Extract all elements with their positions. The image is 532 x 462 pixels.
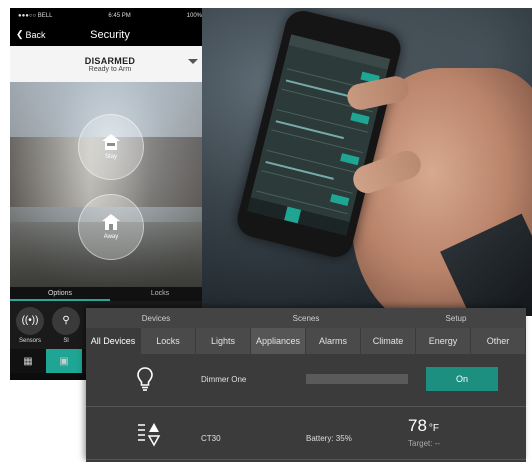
second-action[interactable]: ⚲ Sl <box>52 306 80 344</box>
tab-appliances[interactable]: Appliances <box>251 328 306 354</box>
temperature-value: 78 <box>408 416 427 435</box>
page-title: Security <box>90 29 130 41</box>
image-tab-icon[interactable]: ▣ <box>46 349 82 373</box>
chevron-down-icon[interactable] <box>188 59 198 64</box>
tab-lights[interactable]: Lights <box>196 328 251 354</box>
tab-climate[interactable]: Climate <box>361 328 416 354</box>
tab-energy[interactable]: Energy <box>416 328 471 354</box>
sensors-action[interactable]: ((•)) Sensors <box>16 306 44 344</box>
house-background: Stay Away <box>10 82 210 287</box>
device-control-panel: Devices Scenes Setup All Devices Locks L… <box>86 308 526 462</box>
temperature-unit: °F <box>428 423 440 434</box>
tab-alarms[interactable]: Alarms <box>306 328 361 354</box>
stay-label: Stay <box>104 154 117 160</box>
tab-locks[interactable]: Locks <box>141 328 196 354</box>
on-button[interactable]: On <box>426 367 498 391</box>
battery-level: 100% <box>186 13 202 19</box>
tab-all-devices[interactable]: All Devices <box>86 328 141 354</box>
back-label: Back <box>25 29 46 40</box>
temperature-readout: 78 °F <box>408 416 439 436</box>
clock: 6:45 PM <box>108 13 131 19</box>
thermostat-icon <box>136 419 162 449</box>
tab-options[interactable]: Options <box>10 287 110 301</box>
device-row: Dimmer One On <box>86 354 526 407</box>
section-setup[interactable]: Setup <box>386 308 526 328</box>
options-tabs: Options Locks <box>10 287 210 301</box>
nav-bar: ❮ Back Security <box>10 24 210 46</box>
device-name: CT30 <box>201 434 221 443</box>
arm-state: DISARMED <box>84 55 136 66</box>
status-bar: ●●●○○ BELL 6:45 PM 100% <box>10 8 210 24</box>
device-name: Dimmer One <box>201 375 247 384</box>
home-stay-icon <box>102 134 120 150</box>
stay-button[interactable]: Stay <box>78 114 144 180</box>
hand-holding-phone-photo <box>202 8 532 316</box>
tab-other[interactable]: Other <box>471 328 526 354</box>
tab-locks[interactable]: Locks <box>110 287 210 301</box>
sensor-wave-icon: ((•)) <box>16 306 44 335</box>
section-devices[interactable]: Devices <box>86 308 226 328</box>
grid-tab-icon[interactable]: ▦ <box>10 349 46 373</box>
carrier: ●●●○○ BELL <box>18 13 53 19</box>
away-label: Away <box>103 234 119 240</box>
section-scenes[interactable]: Scenes <box>226 308 386 328</box>
device-row: CT30 Battery: 35% 78 °F Target: -- <box>86 407 526 460</box>
home-away-icon <box>102 214 120 230</box>
sensors-label: Sensors <box>18 337 41 344</box>
target-temperature: Target: -- <box>408 439 441 448</box>
second-action-label: Sl <box>63 337 69 344</box>
battery-status: Battery: 35% <box>306 434 352 443</box>
arm-substate: Ready to Arm <box>88 65 132 73</box>
back-button[interactable]: ❮ Back <box>16 29 46 40</box>
lightbulb-icon <box>136 366 154 392</box>
away-button[interactable]: Away <box>78 194 144 260</box>
dimmer-slider[interactable] <box>306 374 408 384</box>
search-icon: ⚲ <box>52 306 80 335</box>
chevron-left-icon: ❮ <box>16 29 24 39</box>
category-tabs: All Devices Locks Lights Appliances Alar… <box>86 328 526 354</box>
section-headers: Devices Scenes Setup <box>86 308 526 328</box>
arm-status-selector[interactable]: DISARMED Ready to Arm <box>10 46 210 82</box>
